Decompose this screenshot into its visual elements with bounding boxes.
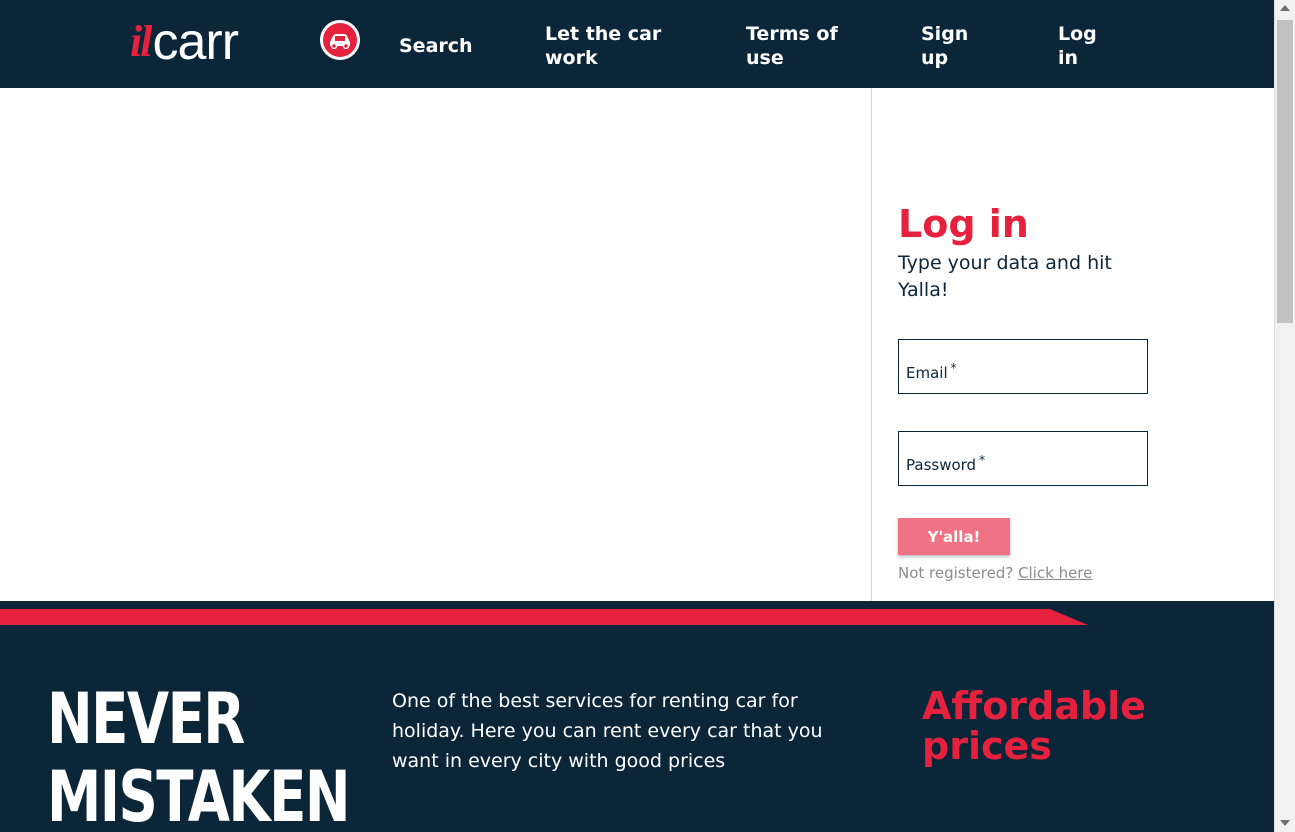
email-label: Email *	[906, 361, 957, 382]
site-header: il carr Search Let the car work Terms of…	[0, 0, 1274, 88]
nav-terms-of-use[interactable]: Terms of use	[746, 22, 838, 70]
nav-let-the-car-work-line1: Let the car	[545, 23, 662, 45]
footer-description: One of the best services for renting car…	[392, 690, 823, 772]
slogan-never: NEVER	[47, 678, 245, 760]
nav-terms-line2: use	[746, 47, 784, 69]
nav-log-in[interactable]: Log in	[1058, 22, 1097, 70]
password-label: Password *	[906, 453, 986, 474]
footer-section: NEVER MISTAKEN One of the best services …	[0, 601, 1274, 832]
scroll-thumb[interactable]	[1277, 20, 1293, 323]
footer-affordable-prices: Affordable prices	[922, 684, 1146, 768]
nav-signup-line1: Sign	[921, 23, 969, 45]
email-field[interactable]: Email *	[898, 339, 1148, 394]
nav-search[interactable]: Search	[399, 34, 473, 58]
nav-let-the-car-work[interactable]: Let the car work	[545, 22, 661, 70]
click-here-link[interactable]: Click here	[1018, 564, 1092, 582]
yalla-submit-button[interactable]: Y'alla!	[898, 518, 1010, 555]
nav-search-label: Search	[399, 35, 473, 57]
nav-sign-up[interactable]: Sign up	[921, 22, 968, 70]
nav-login-line1: Log	[1058, 23, 1097, 45]
car-icon	[320, 20, 360, 60]
logo-carr-text: carr	[152, 13, 239, 71]
not-registered-label: Not registered?	[898, 564, 1014, 582]
red-stripe-decoration	[0, 609, 1088, 625]
scroll-up-arrow-icon[interactable]	[1280, 5, 1290, 11]
password-field[interactable]: Password *	[898, 431, 1148, 486]
login-title: Log in	[898, 202, 1029, 246]
nav-signup-line2: up	[921, 47, 949, 69]
logo-il-text: il	[130, 17, 152, 66]
scroll-down-arrow-icon[interactable]	[1280, 820, 1290, 826]
ilcarro-logo[interactable]: il carr	[130, 13, 360, 71]
nav-terms-line1: Terms of	[746, 23, 838, 45]
not-registered-text: Not registered? Click here	[898, 564, 1092, 582]
login-subtitle: Type your data and hit Yalla!	[898, 252, 1112, 301]
slogan-mistaken: MISTAKEN	[47, 756, 351, 832]
nav-login-line2: in	[1058, 47, 1079, 69]
nav-let-the-car-work-line2: work	[545, 47, 598, 69]
page-scrollbar[interactable]	[1274, 0, 1295, 832]
